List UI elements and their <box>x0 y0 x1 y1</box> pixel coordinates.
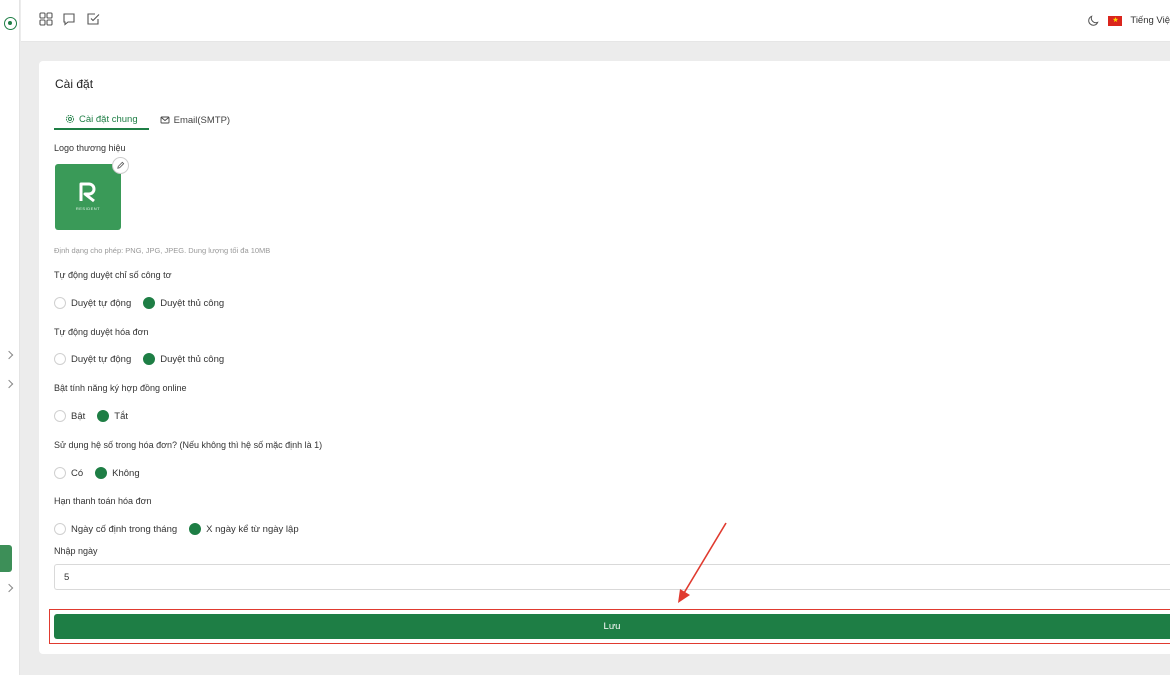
sidebar-active-item[interactable] <box>0 545 12 572</box>
radio-meter-auto[interactable]: Duyệt tự động <box>54 297 131 309</box>
radio-coefficient-no[interactable]: Không <box>95 467 140 479</box>
edit-logo-button[interactable] <box>112 157 129 174</box>
brand-logo: RESIDENT <box>55 164 121 230</box>
pencil-icon <box>117 161 125 169</box>
meter-auto-approve-label: Tự động duyệt chỉ số công tơ <box>54 270 172 280</box>
save-button[interactable]: Lưu <box>54 614 1170 639</box>
radio-dot[interactable] <box>54 297 66 309</box>
settings-tabs: Cài đặt chung Email(SMTP) <box>54 110 1170 130</box>
tab-label: Cài đặt chung <box>79 113 138 125</box>
payment-deadline-radios: Ngày cố định trong tháng X ngày kể từ ng… <box>54 523 311 535</box>
online-contract-label: Bật tính năng ký hợp đồng online <box>54 383 187 393</box>
app-logo-icon[interactable] <box>4 17 17 30</box>
settings-card: Cài đặt Cài đặt chung Email(SMTP) Logo t… <box>39 61 1170 654</box>
radio-dot[interactable] <box>54 467 66 479</box>
radio-coefficient-yes[interactable]: Có <box>54 467 83 479</box>
radio-contract-on[interactable]: Bật <box>54 410 85 422</box>
tab-email-smtp[interactable]: Email(SMTP) <box>149 110 241 130</box>
radio-dot[interactable] <box>54 523 66 535</box>
invoice-coefficient-label: Sử dụng hệ số trong hóa đơn? (Nếu không … <box>54 440 323 450</box>
radio-dot-selected[interactable] <box>143 353 156 365</box>
invoice-auto-approve-radios: Duyệt tự động Duyệt thủ công <box>54 353 236 365</box>
radio-dot[interactable] <box>54 353 66 365</box>
left-sidebar <box>0 0 20 675</box>
brand-r-icon <box>79 182 96 203</box>
radio-label: Bật <box>71 410 86 422</box>
moon-icon[interactable] <box>1087 14 1100 27</box>
radio-label: Ngày cố định trong tháng <box>71 523 178 535</box>
radio-deadline-x-days[interactable]: X ngày kể từ ngày lập <box>189 523 299 535</box>
radio-label: Duyệt thủ công <box>160 353 225 365</box>
online-contract-radios: Bật Tắt <box>54 410 140 422</box>
chevron-right-icon[interactable] <box>4 350 14 360</box>
radio-invoice-auto[interactable]: Duyệt tự động <box>54 353 131 365</box>
header-right-group: Tiếng Việ <box>1087 14 1170 27</box>
chevron-right-icon[interactable] <box>4 379 14 389</box>
radio-deadline-fixed-day[interactable]: Ngày cố định trong tháng <box>54 523 177 535</box>
radio-label: Có <box>71 467 84 479</box>
radio-dot[interactable] <box>54 410 66 422</box>
radio-label: Tắt <box>114 410 128 422</box>
invoice-auto-approve-label: Tự động duyệt hóa đơn <box>54 327 149 337</box>
language-selector[interactable]: Tiếng Việ <box>1130 15 1170 26</box>
radio-dot-selected[interactable] <box>97 410 110 422</box>
radio-dot-selected[interactable] <box>95 467 108 479</box>
mail-icon <box>160 116 170 124</box>
invoice-coefficient-radios: Có Không <box>54 467 152 479</box>
brand-text: RESIDENT <box>75 206 101 211</box>
grid-icon[interactable] <box>39 12 53 26</box>
radio-dot-selected[interactable] <box>189 523 202 535</box>
logo-format-hint: Định dạng cho phép: PNG, JPG, JPEG. Dung… <box>54 246 271 255</box>
radio-meter-manual[interactable]: Duyệt thủ công <box>143 297 224 309</box>
page-title: Cài đặt <box>55 77 94 91</box>
radio-label: Duyệt tự động <box>71 297 132 309</box>
radio-label: Không <box>112 467 140 479</box>
radio-invoice-manual[interactable]: Duyệt thủ công <box>143 353 224 365</box>
radio-label: Duyệt tự động <box>71 353 132 365</box>
radio-label: Duyệt thủ công <box>160 297 225 309</box>
day-input[interactable] <box>54 564 1170 590</box>
chat-icon[interactable] <box>62 12 76 26</box>
top-header: Tiếng Việ <box>21 0 1170 42</box>
day-field-label: Nhập ngày <box>54 546 98 556</box>
radio-label: X ngày kể từ ngày lập <box>206 523 299 535</box>
radio-contract-off[interactable]: Tắt <box>97 410 128 422</box>
chevron-right-icon[interactable] <box>4 583 14 593</box>
vietnam-flag-icon[interactable] <box>1108 15 1123 26</box>
tab-general-settings[interactable]: Cài đặt chung <box>54 110 149 130</box>
tab-label: Email(SMTP) <box>173 114 231 126</box>
checklist-icon[interactable] <box>86 12 100 26</box>
meter-auto-approve-radios: Duyệt tự động Duyệt thủ công <box>54 297 236 309</box>
radio-dot-selected[interactable] <box>143 297 156 309</box>
payment-deadline-label: Hạn thanh toán hóa đơn <box>54 496 152 506</box>
logo-label: Logo thương hiệu <box>54 143 126 153</box>
gear-icon <box>65 114 75 124</box>
